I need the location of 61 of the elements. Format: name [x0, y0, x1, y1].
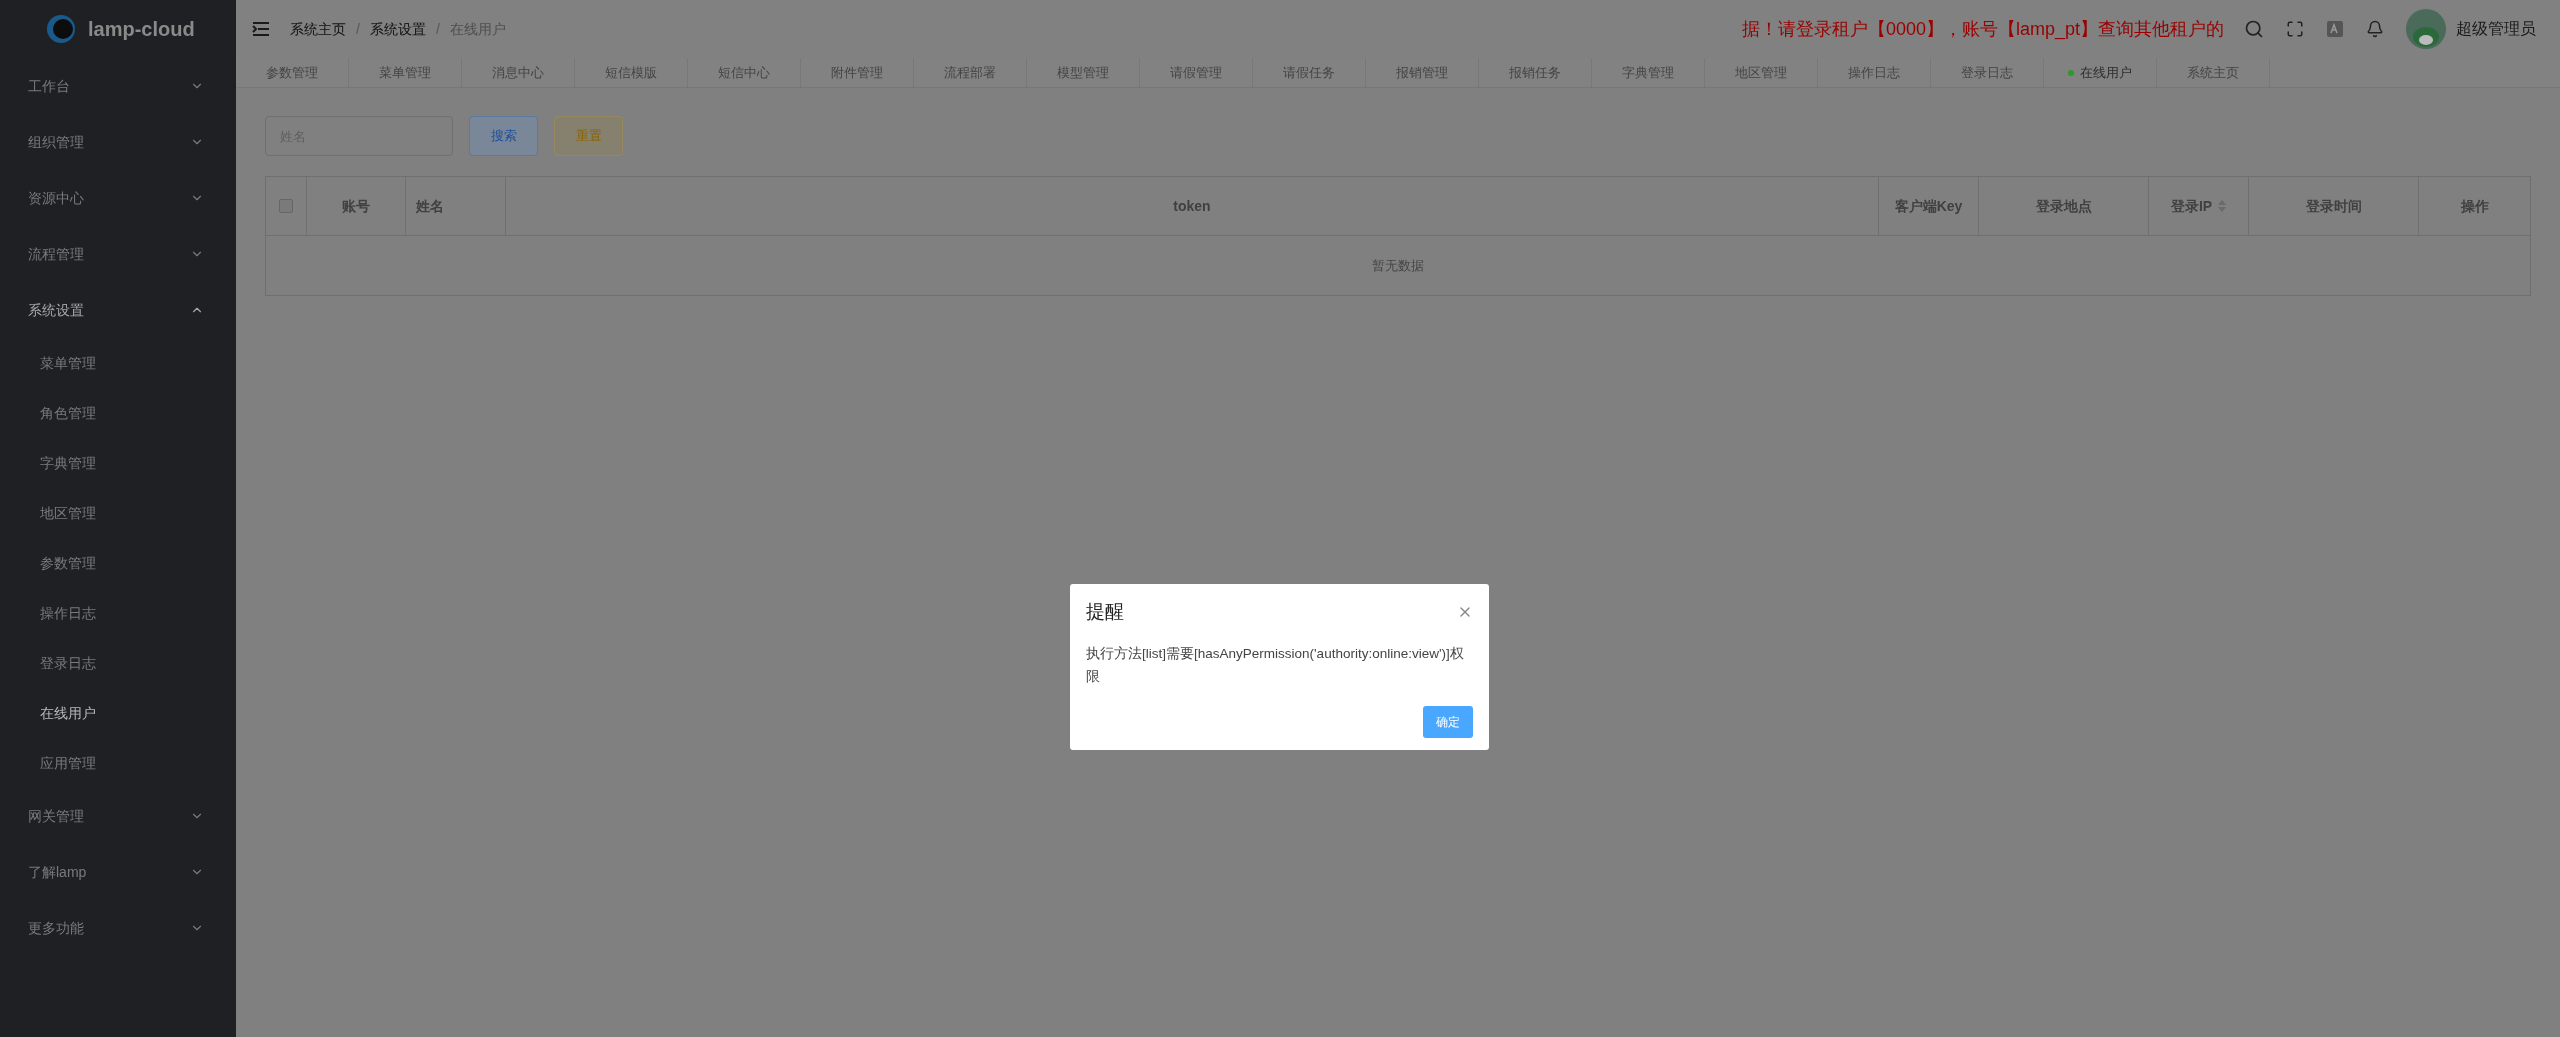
sidebar-subitem[interactable]: 字典管理 — [0, 438, 236, 488]
sidebar-subitem[interactable]: 应用管理 — [0, 738, 236, 788]
sidebar-item[interactable]: 组织管理 — [0, 114, 236, 170]
sidebar-item[interactable]: 流程管理 — [0, 226, 236, 282]
page-tab[interactable]: 登录日志 — [1931, 58, 2044, 87]
bell-icon[interactable] — [2366, 20, 2384, 38]
sidebar-item[interactable]: 更多功能 — [0, 900, 236, 956]
page-tab[interactable]: 短信模版 — [575, 58, 688, 87]
sidebar-subitem[interactable]: 参数管理 — [0, 538, 236, 588]
avatar-icon[interactable] — [2406, 9, 2446, 49]
page-tab[interactable]: 报销管理 — [1366, 58, 1479, 87]
page-tab[interactable]: 字典管理 — [1592, 58, 1705, 87]
sidebar-item[interactable]: 资源中心 — [0, 170, 236, 226]
breadcrumb-item[interactable]: 系统设置 — [369, 18, 426, 40]
sidebar-subitem[interactable]: 操作日志 — [0, 588, 236, 638]
column-header: 登录时间 — [2249, 177, 2419, 235]
app-title: lamp-cloud — [88, 17, 195, 42]
sidebar-subitem[interactable]: 在线用户 — [0, 688, 236, 738]
sidebar-subitem[interactable]: 菜单管理 — [0, 338, 236, 388]
page-tab[interactable]: 流程部署 — [914, 58, 1027, 87]
column-header: token — [506, 177, 1879, 235]
search-icon[interactable] — [2244, 19, 2264, 39]
dialog-title: 提醒 — [1086, 599, 1124, 624]
column-header: 账号 — [307, 177, 406, 235]
page-tab[interactable]: 附件管理 — [801, 58, 914, 87]
column-header: 操作 — [2459, 196, 2490, 216]
page-tab[interactable]: 在线用户 — [2044, 58, 2157, 87]
page-tab[interactable]: 系统主页 — [2157, 58, 2270, 87]
page-tab[interactable]: 参数管理 — [236, 58, 349, 87]
select-all-checkbox[interactable] — [279, 199, 293, 213]
breadcrumb-separator: / — [435, 19, 440, 39]
dialog-message: 执行方法[list]需要[hasAnyPermission('authority:online:view')]权限 — [1086, 645, 1465, 686]
page-tab[interactable]: 报销任务 — [1479, 58, 1592, 87]
logo-icon — [46, 14, 76, 44]
page-tab[interactable]: 短信中心 — [688, 58, 801, 87]
page-tab[interactable]: 模型管理 — [1027, 58, 1140, 87]
search-button[interactable]: 搜索 — [469, 116, 538, 156]
page-tab[interactable]: 地区管理 — [1705, 58, 1818, 87]
column-header: 登录地点 — [1979, 177, 2149, 235]
menu-icon[interactable] — [252, 22, 270, 36]
page-tab[interactable]: 请假管理 — [1140, 58, 1253, 87]
sidebar-item[interactable]: 网关管理 — [0, 788, 236, 844]
sidebar-item[interactable]: 了解lamp — [0, 844, 236, 900]
sidebar-subitem[interactable]: 登录日志 — [0, 638, 236, 688]
user-name[interactable]: 超级管理员 — [2456, 17, 2536, 41]
fullscreen-icon[interactable] — [2286, 20, 2304, 38]
sidebar-item[interactable]: 工作台 — [0, 58, 236, 114]
sidebar-subitem[interactable]: 地区管理 — [0, 488, 236, 538]
page-tab[interactable]: 请假任务 — [1253, 58, 1366, 87]
column-header: 姓名 — [406, 177, 506, 235]
notice-text: 据！请登录租户【0000】，账号【lamp_pt】查询其他租户的 — [1741, 17, 2224, 42]
column-header: 登录IP — [2149, 177, 2249, 235]
sidebar-item[interactable]: 系统设置 — [0, 282, 236, 338]
page-tab[interactable]: 菜单管理 — [349, 58, 462, 87]
translate-icon[interactable] — [2326, 20, 2344, 38]
sidebar-subitem[interactable]: 角色管理 — [0, 388, 236, 438]
column-header: 客户端Key — [1879, 177, 1979, 235]
page-tab[interactable]: 消息中心 — [462, 58, 575, 87]
breadcrumb-item[interactable]: 系统主页 — [290, 18, 346, 40]
breadcrumb-separator: / — [356, 19, 360, 39]
confirm-button[interactable]: 确定 — [1423, 706, 1473, 738]
